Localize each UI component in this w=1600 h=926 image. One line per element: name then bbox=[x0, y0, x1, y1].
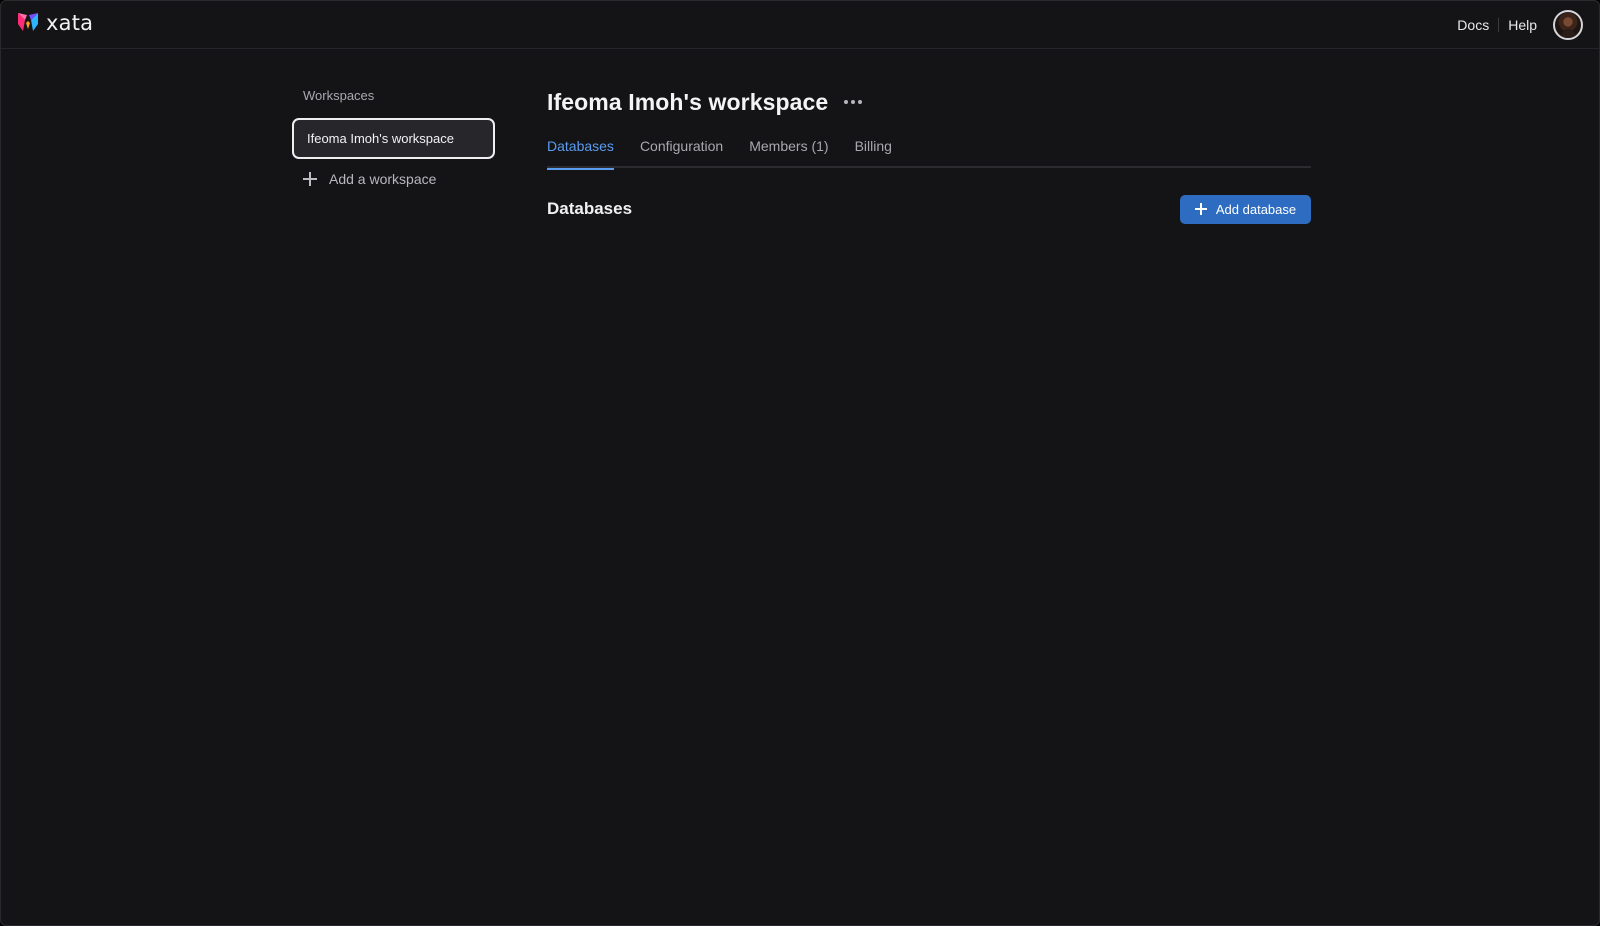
sidebar-item-label: Ifeoma Imoh's workspace bbox=[307, 131, 454, 146]
help-link[interactable]: Help bbox=[1508, 17, 1537, 33]
tab-members[interactable]: Members (1) bbox=[749, 135, 828, 168]
user-avatar[interactable] bbox=[1553, 9, 1583, 40]
section-title: Databases bbox=[547, 199, 633, 218]
add-database-button[interactable]: Add database bbox=[1180, 194, 1311, 224]
tab-configuration[interactable]: Configuration bbox=[640, 135, 723, 168]
workspace-sidebar: Workspaces Ifeoma Imoh's workspace Add a… bbox=[292, 87, 496, 189]
title-row: Ifeoma Imoh's workspace bbox=[547, 87, 1311, 117]
xata-logo-icon bbox=[17, 12, 39, 37]
main-content: Ifeoma Imoh's workspace Databases Config… bbox=[547, 87, 1311, 224]
dot-icon bbox=[851, 100, 856, 104]
page-title: Ifeoma Imoh's workspace bbox=[547, 88, 829, 115]
databases-header: Databases Add database bbox=[547, 194, 1311, 224]
add-database-label: Add database bbox=[1215, 201, 1297, 217]
add-workspace-button[interactable]: Add a workspace bbox=[292, 169, 496, 189]
add-workspace-label: Add a workspace bbox=[329, 171, 437, 187]
dot-icon bbox=[844, 100, 849, 104]
brand[interactable]: xata bbox=[17, 11, 94, 37]
plus-icon bbox=[1194, 203, 1207, 215]
dot-icon bbox=[858, 100, 863, 104]
docs-link[interactable]: Docs bbox=[1457, 17, 1489, 33]
nav-divider bbox=[1498, 17, 1500, 32]
top-bar: xata Docs Help bbox=[1, 1, 1599, 49]
tab-bar: Databases Configuration Members (1) Bill… bbox=[547, 135, 1311, 170]
tab-databases[interactable]: Databases bbox=[547, 135, 614, 170]
sidebar-item-workspace[interactable]: Ifeoma Imoh's workspace bbox=[292, 118, 495, 159]
tab-billing[interactable]: Billing bbox=[855, 135, 892, 168]
more-options-button[interactable] bbox=[842, 92, 864, 112]
plus-icon bbox=[303, 172, 317, 186]
sidebar-heading: Workspaces bbox=[303, 88, 375, 103]
brand-name: xata bbox=[46, 11, 94, 35]
top-nav: Docs Help bbox=[1457, 9, 1583, 40]
app-window: xata Docs Help Workspaces Ifeoma Imoh's … bbox=[0, 0, 1600, 926]
